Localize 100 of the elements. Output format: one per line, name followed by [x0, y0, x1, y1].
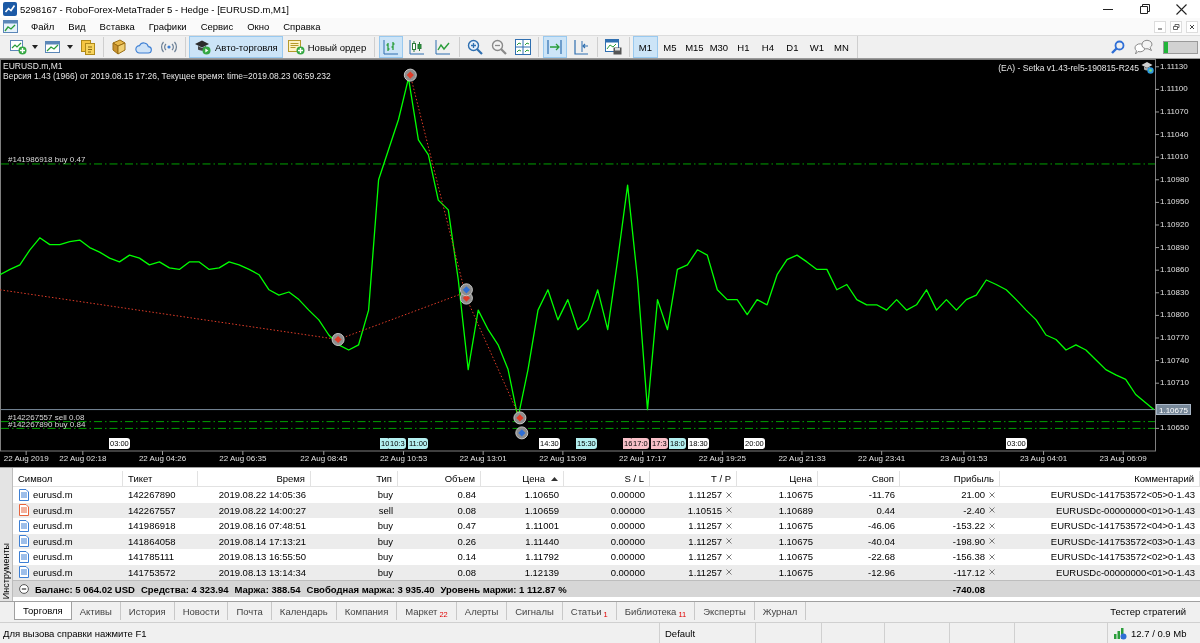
timeframe-button[interactable]: MN: [829, 36, 854, 58]
timeframe-button[interactable]: D1: [780, 36, 805, 58]
timeframe-button[interactable]: H4: [755, 36, 781, 58]
chart-type-button[interactable]: [379, 36, 404, 58]
column-header[interactable]: T / P: [650, 471, 737, 486]
panel-tab[interactable]: Новости: [174, 602, 229, 620]
date-label: 22 Aug 17:17: [619, 453, 667, 464]
table-cell: EURUSDc-141753572<02>0-1.43: [1050, 551, 1195, 563]
column-header[interactable]: Цена: [737, 471, 818, 486]
marker-icon[interactable]: [331, 333, 345, 346]
price-label: 1.11070: [1160, 107, 1189, 117]
table-cell: eurusd.m: [33, 551, 73, 563]
table-cell: 1.10675: [778, 489, 813, 501]
table-cell: 1.10675: [778, 535, 813, 547]
menu-item[interactable]: Вставка: [92, 21, 142, 32]
chart-plus-icon[interactable]: [10, 39, 27, 55]
column-header[interactable]: Тикет: [123, 471, 198, 486]
caret-icon[interactable]: [67, 45, 73, 49]
date-label: 23 Aug 01:53: [940, 453, 988, 464]
close-icon[interactable]: [1176, 3, 1187, 15]
date-label: 22 Aug 02:18: [59, 453, 107, 464]
column-header[interactable]: S / L: [564, 471, 650, 486]
table-cell: 1.10650: [524, 489, 559, 501]
menu-item[interactable]: Сервис: [193, 21, 241, 32]
panel-tab[interactable]: Компания: [336, 602, 398, 620]
table-cell: 1.12139: [524, 566, 559, 578]
panel-tab[interactable]: История: [120, 602, 175, 620]
table-cell: 1.11257: [688, 551, 722, 563]
menu-item[interactable]: Файл: [24, 21, 62, 32]
table-cell: EURUSDc-141753572<05>0-1.43: [1050, 489, 1195, 501]
collapse-icon[interactable]: [19, 584, 29, 594]
table-cell: 142267890: [128, 489, 176, 501]
timeframe-button[interactable]: M1: [633, 36, 658, 58]
graduation-cap-icon: [194, 39, 212, 55]
menu-item[interactable]: Вид: [61, 21, 93, 32]
grid-icon[interactable]: [515, 39, 532, 55]
column-header[interactable]: Объем: [398, 471, 481, 486]
table-cell: 142267557: [128, 504, 176, 516]
table-cell: 1.11257: [688, 489, 722, 501]
panel-tab[interactable]: Тестер стратегий: [1102, 602, 1194, 620]
marker-icon[interactable]: [515, 426, 529, 440]
table-cell: 141753572: [128, 566, 176, 578]
date-label: 23 Aug 04:01: [1019, 453, 1068, 464]
zoom-out-icon[interactable]: [491, 39, 508, 55]
panel-tab[interactable]: Эксперты: [695, 602, 755, 620]
menu-item[interactable]: Окно: [240, 21, 277, 32]
panel-tab[interactable]: Активы: [71, 602, 121, 620]
zoom-in-icon[interactable]: [467, 39, 484, 55]
column-header[interactable]: Комментарий: [1000, 471, 1200, 486]
caret-icon[interactable]: [32, 45, 38, 49]
table-cell: -22.68: [868, 551, 895, 563]
column-header[interactable]: Своп: [818, 471, 900, 486]
table-cell: 1.10659: [524, 504, 559, 516]
table-cell: eurusd.m: [33, 535, 73, 547]
timeframe-button[interactable]: M30: [706, 36, 732, 58]
cloud-icon[interactable]: [135, 40, 152, 54]
auto-trading-button[interactable]: Авто-торговля: [189, 36, 283, 58]
panel-tab[interactable]: Сигналы: [507, 602, 563, 620]
timeframe-button[interactable]: W1: [804, 36, 830, 58]
panel-tab[interactable]: Журнал: [754, 602, 807, 620]
date-label: 22 Aug 23:41: [858, 453, 906, 464]
account-summary: Маржа: 388.54: [234, 583, 301, 595]
menu-item[interactable]: Справка: [276, 21, 328, 32]
date-label: 22 Aug 15:09: [539, 453, 587, 464]
side-tab[interactable]: Инструменты: [0, 468, 13, 601]
marker-icon[interactable]: [459, 283, 473, 297]
broadcast-icon[interactable]: [160, 39, 178, 55]
documents-icon[interactable]: [80, 39, 96, 55]
panel-tab[interactable]: Торговля: [14, 602, 72, 620]
column-header[interactable]: Символ: [13, 471, 123, 486]
price-label: 1.10950: [1160, 197, 1189, 208]
autoscroll-button[interactable]: [543, 36, 568, 58]
panel-tab[interactable]: Почта: [228, 602, 272, 620]
marker-icon[interactable]: [403, 68, 417, 82]
status-text: Для вызова справки нажмите F1: [3, 627, 147, 639]
cube-icon[interactable]: [111, 39, 127, 55]
chart-window-icon[interactable]: [45, 39, 62, 55]
restore-icon[interactable]: [1139, 4, 1150, 14]
menu-item[interactable]: Графики: [141, 21, 194, 32]
table-cell: -156.38: [952, 551, 985, 563]
panel-tab[interactable]: Календарь: [271, 602, 337, 620]
search-icon[interactable]: [1111, 40, 1125, 54]
chart-window-icon[interactable]: [3, 19, 18, 34]
timeframe-button[interactable]: H1: [731, 36, 756, 58]
table-cell: 0.44: [876, 504, 895, 516]
table-cell: -40.04: [868, 535, 895, 547]
column-header[interactable]: Цена: [481, 471, 564, 486]
chat-icon[interactable]: [1133, 39, 1153, 55]
table-cell: 1.11257: [688, 520, 722, 532]
table-cell: 1.11257: [688, 566, 722, 578]
timeframe-button[interactable]: M5: [657, 36, 683, 58]
new-order-button[interactable]: Новый ордер: [282, 36, 372, 58]
price-label: 1.10890: [1160, 242, 1189, 253]
minimize-icon[interactable]: [1102, 8, 1113, 10]
column-header[interactable]: Время: [198, 471, 311, 486]
marker-icon[interactable]: [513, 411, 527, 425]
column-header[interactable]: Прибыль: [900, 471, 1000, 486]
timeframe-button[interactable]: M15: [682, 36, 707, 58]
column-header[interactable]: Тип: [311, 471, 398, 486]
panel-tab[interactable]: Алерты: [456, 602, 508, 620]
